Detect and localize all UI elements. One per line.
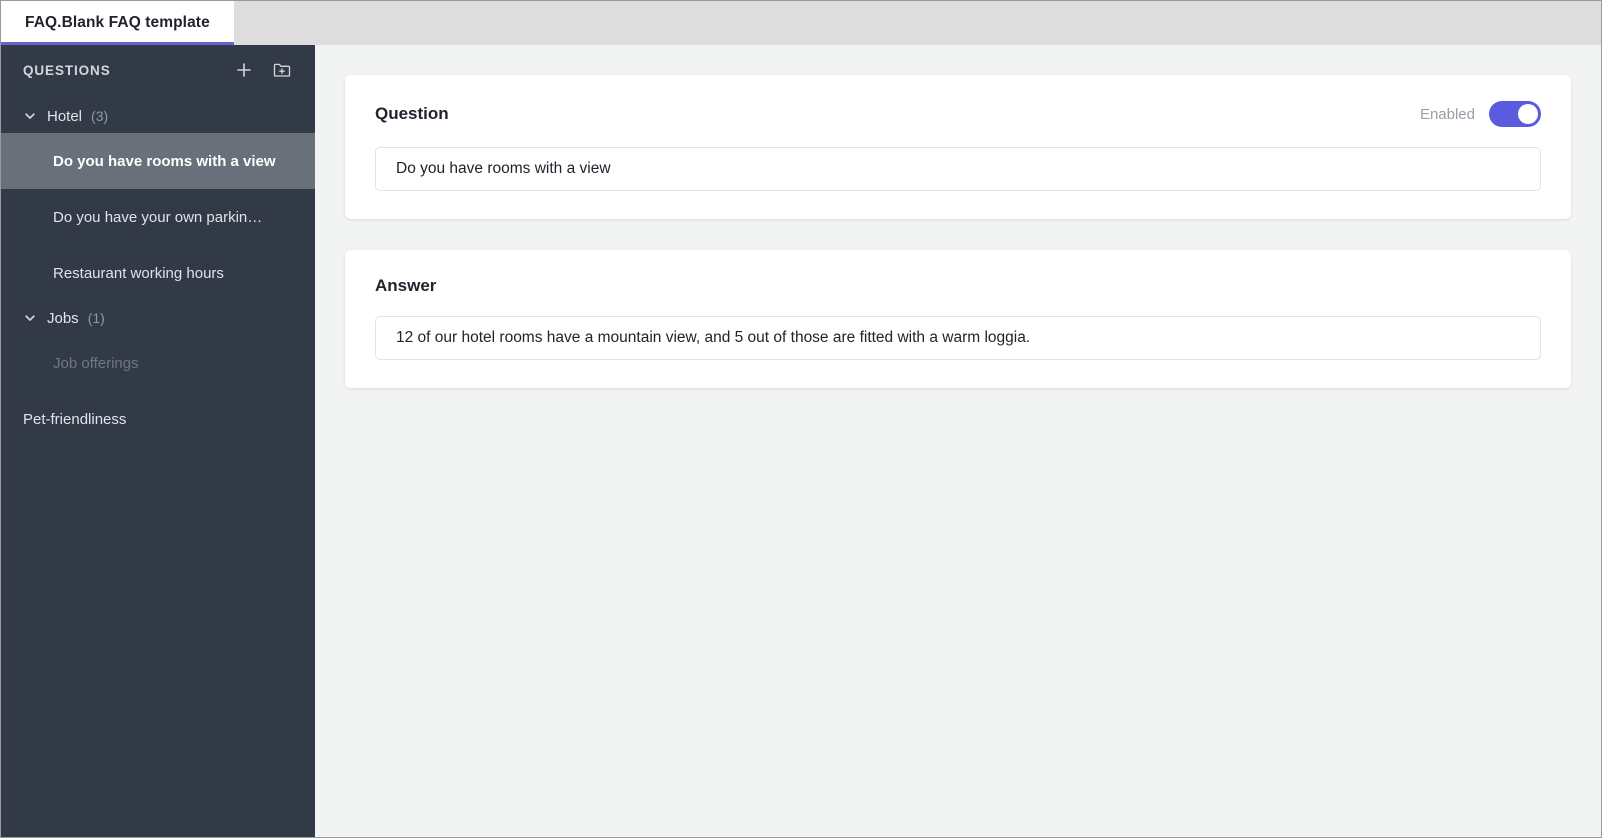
tree-item-do-you-have-rooms-with-a-view[interactable]: Do you have rooms with a view	[1, 133, 315, 189]
question-input[interactable]: Do you have rooms with a view	[375, 147, 1541, 191]
toggle-knob	[1518, 104, 1538, 124]
tree-item-label: Do you have rooms with a view	[53, 152, 276, 170]
question-tree: Hotel (3) Do you have rooms with a view …	[1, 95, 315, 837]
main-content: Question Enabled Do you have rooms with …	[315, 45, 1601, 837]
answer-input[interactable]: 12 of our hotel rooms have a mountain vi…	[375, 316, 1541, 360]
enabled-toggle-label: Enabled	[1419, 105, 1475, 123]
tree-item-restaurant-working-hours[interactable]: Restaurant working hours	[1, 245, 315, 301]
tree-item-do-you-have-your-own-parking[interactable]: Do you have your own parkin…	[1, 189, 315, 245]
tree-item-label: Do you have your own parkin…	[53, 208, 263, 226]
tree-group-hotel[interactable]: Hotel (3)	[1, 99, 315, 133]
add-question-button[interactable]	[233, 59, 255, 81]
tree-item-job-offerings[interactable]: Job offerings	[1, 335, 315, 391]
app-window: FAQ.Blank FAQ template QUESTIONS Hotel (…	[0, 0, 1602, 838]
answer-card-title: Answer	[375, 276, 437, 295]
question-card-header: Question Enabled	[375, 101, 1541, 127]
body-split: QUESTIONS Hotel (3) Do you have rooms wi…	[1, 45, 1601, 837]
tree-item-pet-friendliness[interactable]: Pet-friendliness	[1, 391, 315, 447]
tree-item-label: Restaurant working hours	[53, 264, 224, 282]
tree-group-label: Hotel	[47, 107, 83, 125]
answer-card-header: Answer	[375, 276, 1541, 296]
enabled-toggle-group: Enabled	[1420, 101, 1541, 127]
sidebar-title: QUESTIONS	[23, 62, 111, 78]
chevron-down-icon	[21, 309, 39, 327]
question-card-title: Question	[375, 104, 449, 123]
enabled-toggle[interactable]	[1489, 101, 1541, 127]
tree-group-count: (3)	[91, 108, 109, 124]
sidebar-header-actions	[233, 59, 293, 81]
sidebar-header: QUESTIONS	[1, 45, 315, 95]
tab-faq-blank-faq-template[interactable]: FAQ.Blank FAQ template	[1, 1, 234, 45]
sidebar: QUESTIONS Hotel (3) Do you have rooms wi…	[1, 45, 315, 837]
question-card: Question Enabled Do you have rooms with …	[345, 75, 1571, 219]
answer-card: Answer 12 of our hotel rooms have a moun…	[345, 250, 1571, 388]
question-input-value: Do you have rooms with a view	[396, 160, 611, 177]
add-folder-button[interactable]	[271, 59, 293, 81]
tab-label: FAQ.Blank FAQ template	[25, 14, 210, 31]
tab-bar: FAQ.Blank FAQ template	[1, 1, 1601, 45]
plus-icon	[235, 61, 253, 79]
answer-input-value: 12 of our hotel rooms have a mountain vi…	[396, 329, 1031, 346]
tab-bar-empty-area	[233, 1, 1601, 45]
tree-group-jobs[interactable]: Jobs (1)	[1, 301, 315, 335]
tree-group-label: Jobs	[47, 309, 79, 327]
chevron-down-icon	[21, 107, 39, 125]
folder-plus-icon	[273, 62, 291, 78]
tree-group-count: (1)	[87, 310, 105, 326]
tree-item-label: Job offerings	[53, 354, 139, 372]
tree-item-label: Pet-friendliness	[23, 410, 127, 428]
